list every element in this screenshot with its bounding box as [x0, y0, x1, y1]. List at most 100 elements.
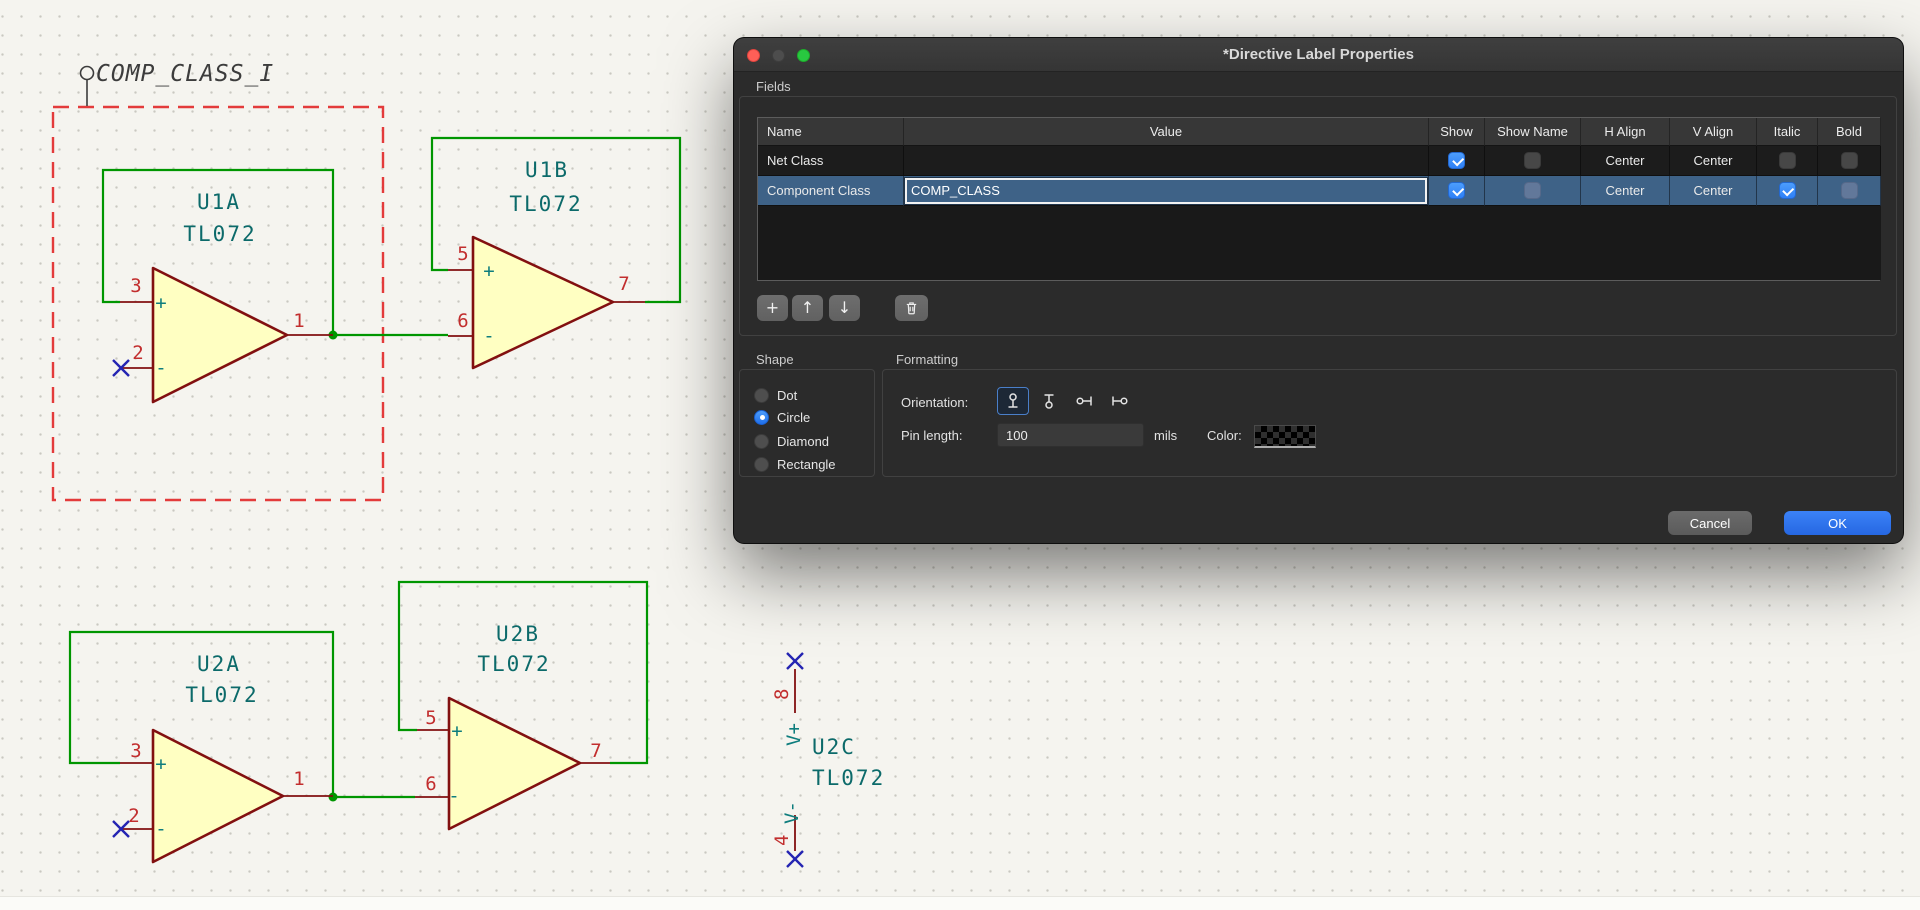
directive-label[interactable]: COMP_CLASS_I	[79, 61, 275, 106]
pin-number[interactable]: 7	[590, 740, 601, 762]
label-orientation-up-icon	[1008, 393, 1018, 408]
cell-show	[1429, 176, 1485, 206]
orientation-left-button[interactable]	[1069, 387, 1101, 415]
reference-label[interactable]: U2A	[197, 652, 241, 676]
opamp-triangle[interactable]	[151, 266, 289, 404]
column-header-bold[interactable]: Bold	[1818, 118, 1881, 146]
opamp-triangle[interactable]	[447, 696, 582, 831]
label-orientation-down-icon	[1044, 394, 1054, 409]
pin-name-minus: -	[448, 785, 459, 807]
value-label[interactable]: TL072	[812, 766, 885, 790]
reference-label[interactable]: U2C	[812, 735, 856, 759]
cell-name[interactable]: Net Class	[758, 146, 904, 176]
move-down-button[interactable]: ↓	[829, 295, 860, 321]
pin-number[interactable]: 4	[771, 835, 793, 846]
pin-number[interactable]: 1	[293, 768, 304, 790]
value-editor-input[interactable]	[904, 176, 1428, 205]
radio-icon[interactable]	[754, 433, 769, 449]
italic-checkbox[interactable]	[1778, 152, 1796, 169]
cell-show-name	[1485, 176, 1581, 206]
cell-show-name	[1485, 146, 1581, 176]
ok-button[interactable]: OK	[1784, 511, 1891, 535]
shape-option-circle[interactable]: Circle	[754, 407, 810, 427]
opamp-u2a[interactable]: 3 2 1 + - U2A TL072	[112, 652, 333, 864]
pin-name-minus: -	[155, 357, 166, 379]
pin-number[interactable]: 2	[128, 805, 139, 827]
opamp-u1b[interactable]: 5 6 7 + - U1B TL072	[448, 158, 645, 370]
directive-label-circle-icon[interactable]	[79, 65, 95, 81]
radio-icon[interactable]	[754, 409, 769, 425]
radio-label: Dot	[777, 387, 798, 403]
column-header-value[interactable]: Value	[904, 118, 1429, 146]
pin-number[interactable]: 6	[425, 773, 436, 795]
pin-number[interactable]: 5	[425, 707, 436, 729]
shape-option-dot[interactable]: Dot	[754, 385, 797, 405]
opamp-u1a[interactable]: 3 2 1 + - U1A TL072	[112, 190, 333, 404]
opamp-triangle[interactable]	[471, 235, 615, 370]
radio-icon[interactable]	[754, 456, 769, 472]
color-swatch[interactable]	[1254, 425, 1316, 448]
cell-name[interactable]: Component Class	[758, 176, 904, 206]
plus-icon: +	[765, 298, 780, 317]
reference-label[interactable]: U2B	[496, 622, 540, 646]
reference-label[interactable]: U1B	[525, 158, 569, 182]
value-label[interactable]: TL072	[509, 192, 582, 216]
cancel-button[interactable]: Cancel	[1668, 511, 1752, 535]
orientation-right-button[interactable]	[1103, 387, 1135, 415]
show-name-checkbox[interactable]	[1524, 152, 1541, 169]
pin-number[interactable]: 7	[618, 273, 629, 295]
cell-v-align[interactable]: Center	[1670, 146, 1757, 176]
shape-option-diamond[interactable]: Diamond	[754, 431, 829, 451]
zoom-button[interactable]	[797, 49, 810, 62]
column-header-h-align[interactable]: H Align	[1581, 118, 1670, 146]
minimize-button[interactable]	[772, 49, 785, 62]
value-label[interactable]: TL072	[185, 683, 258, 707]
italic-checkbox[interactable]	[1778, 182, 1796, 199]
pin-number[interactable]: 3	[130, 275, 141, 297]
opamp-u2b[interactable]: 5 6 7 + - U2B TL072	[415, 622, 610, 831]
pin-number[interactable]: 3	[130, 740, 141, 762]
column-header-show-name[interactable]: Show Name	[1485, 118, 1581, 146]
reference-label[interactable]: U1A	[197, 190, 241, 214]
orientation-up-button[interactable]	[997, 387, 1029, 415]
cell-h-align[interactable]: Center	[1581, 146, 1670, 176]
column-header-name[interactable]: Name	[758, 118, 904, 146]
directive-label-text[interactable]: COMP_CLASS_I	[96, 61, 274, 87]
pin-number[interactable]: 8	[771, 689, 793, 700]
show-checkbox[interactable]	[1448, 182, 1465, 199]
bold-checkbox[interactable]	[1840, 182, 1858, 199]
delete-field-button[interactable]	[895, 295, 928, 321]
show-name-checkbox[interactable]	[1524, 182, 1541, 199]
cell-v-align[interactable]: Center	[1670, 176, 1757, 206]
cell-value[interactable]	[904, 146, 1429, 176]
close-button[interactable]	[747, 49, 760, 62]
pin-length-input[interactable]	[997, 423, 1144, 447]
radio-label: Circle	[777, 409, 811, 425]
show-checkbox[interactable]	[1448, 152, 1465, 169]
move-up-button[interactable]: ↑	[792, 295, 823, 321]
cell-h-align[interactable]: Center	[1581, 176, 1670, 206]
pin-number[interactable]: 1	[293, 310, 304, 332]
value-label[interactable]: TL072	[183, 222, 256, 246]
column-header-v-align[interactable]: V Align	[1670, 118, 1757, 146]
bold-checkbox[interactable]	[1840, 152, 1858, 169]
no-connect-x[interactable]	[786, 652, 804, 670]
arrow-up-icon: ↑	[800, 298, 815, 317]
pin-number[interactable]: 6	[457, 310, 468, 332]
pin-number[interactable]: 5	[457, 243, 468, 265]
shape-option-rectangle[interactable]: Rectangle	[754, 454, 836, 474]
value-label[interactable]: TL072	[477, 652, 550, 676]
column-header-show[interactable]: Show	[1429, 118, 1485, 146]
arrow-down-icon: ↓	[837, 298, 852, 317]
radio-icon[interactable]	[754, 387, 769, 403]
add-field-button[interactable]: +	[757, 295, 788, 321]
wires[interactable]	[68, 136, 682, 802]
column-header-italic[interactable]: Italic	[1757, 118, 1818, 146]
no-connect-x[interactable]	[786, 850, 804, 868]
junction-dot[interactable]	[328, 792, 338, 802]
orientation-down-button[interactable]	[1033, 387, 1065, 415]
pin-number[interactable]: 2	[132, 342, 143, 364]
opamp-triangle[interactable]	[151, 728, 285, 864]
opamp-u2c-power[interactable]: 8 V+ V- 4 U2C TL072	[771, 652, 885, 868]
radio-label: Rectangle	[777, 456, 836, 472]
